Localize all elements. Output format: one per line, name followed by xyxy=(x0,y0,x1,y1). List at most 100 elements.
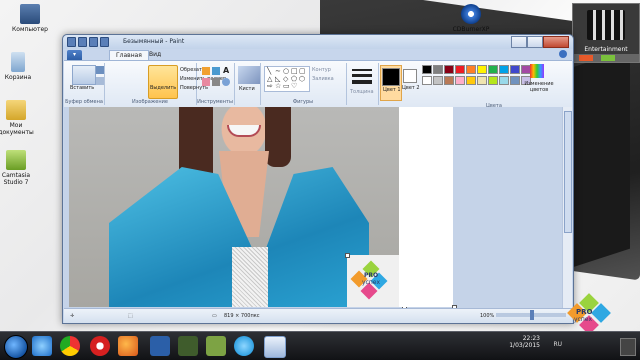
help-icon[interactable] xyxy=(559,50,567,58)
color-picker-icon[interactable] xyxy=(212,78,220,86)
camtasia-recorder-icon[interactable] xyxy=(206,336,226,356)
paint-app-icon[interactable] xyxy=(67,37,76,47)
watermark-selection[interactable]: PRO успех xyxy=(345,253,407,309)
rectangle-shape-icon[interactable]: □ xyxy=(291,67,298,75)
minimize-button[interactable] xyxy=(511,36,527,48)
desktop-icon-recycle-bin[interactable]: Корзина xyxy=(0,52,46,81)
paste-icon[interactable] xyxy=(72,65,96,85)
palette-swatch[interactable] xyxy=(510,65,520,74)
desktop-icon-camtasia[interactable]: Camtasia Studio 7 xyxy=(0,150,38,186)
save-icon[interactable] xyxy=(78,37,87,47)
canvas-photo[interactable]: PRO успех xyxy=(69,107,407,309)
chrome-icon[interactable] xyxy=(60,336,80,356)
palette-swatch[interactable] xyxy=(433,65,443,74)
heart-shape-icon[interactable]: ♡ xyxy=(291,82,297,90)
star-shape-icon[interactable]: ☆ xyxy=(275,82,281,90)
canvas-area[interactable]: PRO успех xyxy=(64,107,572,309)
paste-button[interactable]: Вставить xyxy=(70,85,94,91)
palette-swatch[interactable] xyxy=(499,65,509,74)
rounded-rect-shape-icon[interactable]: ▢ xyxy=(299,67,306,75)
paint-menu-button[interactable]: ▾ xyxy=(67,50,83,60)
show-desktop-button[interactable] xyxy=(620,338,636,356)
close-button[interactable] xyxy=(543,36,569,48)
ribbon: Вставить Буфер обмена Выделить Обрезать … xyxy=(64,60,572,109)
copy-icon[interactable] xyxy=(96,77,104,85)
desktop-icon-cdburner[interactable]: CDBurnerXP xyxy=(446,4,496,33)
palette-swatch[interactable] xyxy=(444,65,454,74)
color2-swatch[interactable] xyxy=(403,69,417,83)
hexagon-shape-icon[interactable]: ⬡ xyxy=(299,75,305,83)
outline-button[interactable]: Контур xyxy=(312,67,331,73)
desktop-icon-computer[interactable]: Компьютер xyxy=(2,4,58,33)
scrollbar-thumb[interactable] xyxy=(564,111,572,233)
color1-selector[interactable]: Цвет 1 xyxy=(380,65,402,101)
magnifier-icon[interactable] xyxy=(222,78,230,86)
resize-handle[interactable] xyxy=(345,253,350,258)
active-colors: Цвет 1 Цвет 2 xyxy=(378,63,422,105)
canvas-white-region[interactable] xyxy=(399,107,453,307)
cut-icon[interactable] xyxy=(96,66,104,74)
arrow-shape-icon[interactable]: ⇨ xyxy=(267,82,273,90)
edit-colors-button[interactable]: Изменение цветов xyxy=(519,81,559,93)
palette-swatch[interactable] xyxy=(422,76,432,85)
maximize-button[interactable] xyxy=(527,36,543,48)
palette-swatch[interactable] xyxy=(466,76,476,85)
firefox-icon[interactable] xyxy=(118,336,138,356)
palette-swatch[interactable] xyxy=(477,65,487,74)
window-title: Безымянный - Paint xyxy=(123,38,185,45)
palette-swatch[interactable] xyxy=(433,76,443,85)
status-bar: ✛ ⬚ ▭ 819 × 700пкс 100% xyxy=(64,308,572,323)
eraser-icon[interactable] xyxy=(202,78,210,86)
pencil-icon[interactable] xyxy=(202,67,210,75)
paint-taskbar-icon[interactable] xyxy=(264,336,286,358)
palette-swatch[interactable] xyxy=(477,76,487,85)
palette-swatch[interactable] xyxy=(499,76,509,85)
zoom-slider-thumb[interactable] xyxy=(530,310,534,320)
text-tool-icon[interactable]: A xyxy=(223,66,229,75)
tab-view[interactable]: Вид xyxy=(143,50,167,60)
photo-top xyxy=(232,247,268,307)
start-button[interactable] xyxy=(4,335,28,359)
entertainment-tile[interactable]: Entertainment xyxy=(572,3,640,63)
skype-icon[interactable] xyxy=(234,336,254,356)
edit-colors-icon[interactable] xyxy=(530,64,544,78)
curve-shape-icon[interactable]: ∼ xyxy=(275,67,281,75)
brush-icon[interactable] xyxy=(238,66,260,84)
word-icon[interactable] xyxy=(150,336,170,356)
palette-swatch[interactable] xyxy=(455,65,465,74)
taskbar: RU 22:23 1/03/2015 xyxy=(0,331,640,360)
palette-swatch[interactable] xyxy=(422,65,432,74)
line-shape-icon[interactable]: ╲ xyxy=(267,67,271,75)
palette-swatch[interactable] xyxy=(488,65,498,74)
palette-swatch[interactable] xyxy=(466,65,476,74)
language-indicator[interactable]: RU xyxy=(553,341,562,348)
internet-explorer-icon[interactable] xyxy=(32,336,52,356)
shapes-gallery[interactable]: ╲ ∼ ○ □ ▢ △ ◺ ◇ ⬠ ⬡ ⇨ ☆ ▭ ♡ xyxy=(264,66,310,92)
fill-button[interactable]: Заливка xyxy=(312,76,334,82)
tile-button-green[interactable] xyxy=(601,55,615,61)
paint-window: Безымянный - Paint ▾ Главная Вид Вставит… xyxy=(62,34,574,324)
brushes-button[interactable]: Кисти xyxy=(239,86,255,92)
undo-icon[interactable] xyxy=(89,37,98,47)
palette-swatch[interactable] xyxy=(455,76,465,85)
zoom-slider[interactable] xyxy=(496,310,566,320)
color-palette xyxy=(422,65,531,85)
palette-swatch[interactable] xyxy=(488,76,498,85)
callout-shape-icon[interactable]: ▭ xyxy=(283,82,290,90)
size-button[interactable]: Толщина xyxy=(350,89,374,95)
desktop-icon-documents[interactable]: Мои документы xyxy=(0,100,38,136)
camtasia-taskbar-icon[interactable] xyxy=(178,336,198,356)
image-group: Выделить Обрезать Изменить размер Поверн… xyxy=(104,63,226,105)
oval-shape-icon[interactable]: ○ xyxy=(283,67,289,75)
clapperboard-icon xyxy=(587,10,625,40)
select-button[interactable] xyxy=(148,65,178,99)
clipboard-group: Вставить Буфер обмена xyxy=(64,63,105,105)
vertical-scrollbar[interactable] xyxy=(562,107,572,309)
clock[interactable]: 22:23 1/03/2015 xyxy=(509,335,540,349)
opera-icon[interactable] xyxy=(90,336,110,356)
fill-icon[interactable] xyxy=(212,67,220,75)
redo-icon[interactable] xyxy=(100,37,109,47)
palette-swatch[interactable] xyxy=(444,76,454,85)
tile-button-orange[interactable] xyxy=(579,55,593,61)
title-bar[interactable]: Безымянный - Paint xyxy=(63,35,573,49)
